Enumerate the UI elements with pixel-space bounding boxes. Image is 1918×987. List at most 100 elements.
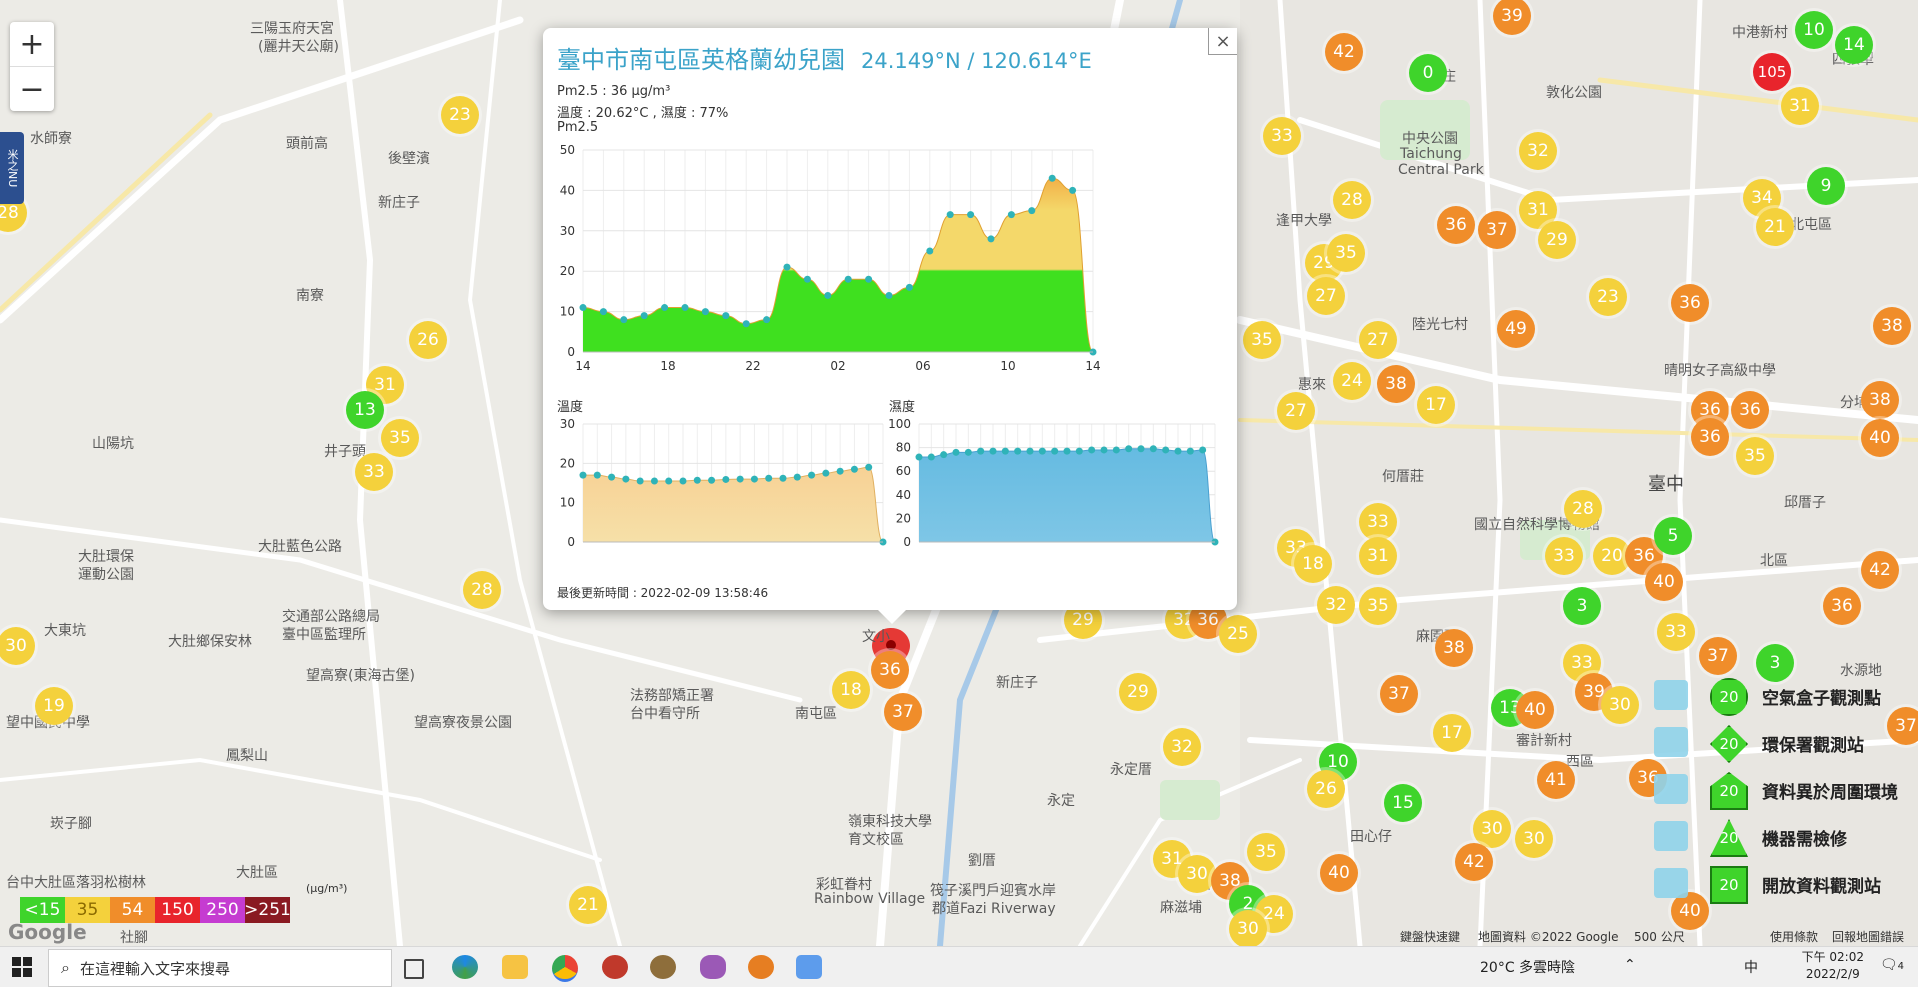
station-marker[interactable]: 33 bbox=[355, 453, 393, 491]
chrome-icon[interactable] bbox=[552, 955, 578, 982]
station-marker[interactable]: 32 bbox=[1317, 586, 1355, 624]
station-marker[interactable]: 35 bbox=[1247, 833, 1285, 871]
station-marker[interactable]: 32 bbox=[1519, 132, 1557, 170]
station-marker[interactable]: 35 bbox=[381, 419, 419, 457]
station-marker[interactable]: 36 bbox=[1823, 587, 1861, 625]
station-marker[interactable]: 33 bbox=[1263, 117, 1301, 155]
system-clock[interactable]: 下午 02:02 2022/2/9 bbox=[1802, 949, 1864, 983]
station-marker[interactable]: 36 bbox=[1437, 206, 1475, 244]
app-icon-3[interactable] bbox=[700, 955, 726, 979]
side-menu-tab[interactable]: 米之NU bbox=[0, 132, 24, 204]
zoom-in-button[interactable]: + bbox=[10, 22, 54, 66]
station-marker[interactable]: 35 bbox=[1327, 234, 1365, 272]
app-icon-2[interactable] bbox=[650, 955, 676, 979]
station-marker[interactable]: 36 bbox=[1671, 284, 1709, 322]
map-canvas[interactable]: 三陽玉府天宮 (麗井天公廟) 水師寮 頭前高 後壁濱 新庄子 南寮 井子頭 山陽坑 大肚環保 運動公… bbox=[0, 0, 1918, 946]
station-marker[interactable]: 30 bbox=[1178, 855, 1216, 893]
notification-icon[interactable]: 🗨4 bbox=[1880, 957, 1904, 973]
station-marker[interactable]: 38 bbox=[1861, 381, 1899, 419]
station-marker[interactable]: 37 bbox=[884, 693, 922, 731]
edge-browser-icon[interactable] bbox=[452, 955, 478, 979]
station-marker[interactable]: 42 bbox=[1861, 551, 1899, 589]
notification-count: 4 bbox=[1897, 961, 1904, 972]
station-marker[interactable]: 40 bbox=[1645, 563, 1683, 601]
station-marker[interactable]: 37 bbox=[1380, 675, 1418, 713]
station-marker[interactable]: 19 bbox=[35, 687, 73, 725]
station-marker[interactable]: 30 bbox=[1601, 686, 1639, 724]
station-marker[interactable]: 18 bbox=[1294, 545, 1332, 583]
station-marker[interactable]: 42 bbox=[1325, 33, 1363, 71]
task-view-icon[interactable] bbox=[404, 959, 424, 979]
weather-widget[interactable]: 20°C 多雲時陰 bbox=[1480, 957, 1575, 977]
windows-start-icon[interactable] bbox=[12, 957, 32, 977]
station-marker[interactable]: 42 bbox=[1455, 843, 1493, 881]
station-marker[interactable]: 28 bbox=[463, 571, 501, 609]
station-marker[interactable]: 41 bbox=[1537, 761, 1575, 799]
station-marker[interactable]: 40 bbox=[1861, 419, 1899, 457]
station-marker[interactable]: 27 bbox=[1359, 321, 1397, 359]
station-marker[interactable]: 29 bbox=[1538, 221, 1576, 259]
station-marker[interactable]: 49 bbox=[1497, 310, 1535, 348]
station-marker[interactable]: 36 bbox=[1731, 391, 1769, 429]
station-marker[interactable]: 40 bbox=[1516, 691, 1554, 729]
station-marker[interactable]: 31 bbox=[1781, 87, 1819, 125]
station-marker[interactable]: 38 bbox=[1435, 629, 1473, 667]
station-marker[interactable]: 38 bbox=[1873, 307, 1911, 345]
station-marker[interactable]: 35 bbox=[1359, 587, 1397, 625]
station-marker[interactable]: 21 bbox=[569, 886, 607, 924]
station-marker[interactable]: 29 bbox=[1119, 673, 1157, 711]
station-marker[interactable]: 5 bbox=[1654, 517, 1692, 555]
station-marker[interactable]: 0 bbox=[1409, 54, 1447, 92]
zoom-out-button[interactable]: − bbox=[10, 66, 54, 111]
station-marker[interactable]: 31 bbox=[1359, 537, 1397, 575]
station-marker[interactable]: 23 bbox=[441, 96, 479, 134]
station-marker[interactable]: 37 bbox=[1699, 637, 1737, 675]
station-marker[interactable]: 27 bbox=[1277, 392, 1315, 430]
map-attribution-item[interactable]: 鍵盤快速鍵 bbox=[1400, 928, 1460, 946]
station-marker[interactable]: 23 bbox=[1589, 278, 1627, 316]
app-icon-5[interactable] bbox=[796, 955, 822, 979]
map-attribution-item[interactable]: 地圖資料 ©2022 Google bbox=[1478, 928, 1619, 946]
map-attribution-item[interactable]: 使用條款 bbox=[1770, 928, 1818, 946]
station-marker[interactable]: 30 bbox=[1473, 810, 1511, 848]
station-marker[interactable]: 24 bbox=[1333, 362, 1371, 400]
station-marker[interactable]: 14 bbox=[1835, 26, 1873, 64]
station-marker[interactable]: 36 bbox=[871, 651, 909, 689]
station-marker[interactable]: 36 bbox=[1691, 418, 1729, 456]
station-marker[interactable]: 28 bbox=[1564, 490, 1602, 528]
station-marker[interactable]: 33 bbox=[1657, 613, 1695, 651]
station-marker[interactable]: 3 bbox=[1563, 587, 1601, 625]
station-marker[interactable]: 17 bbox=[1417, 386, 1455, 424]
station-marker[interactable]: 18 bbox=[832, 671, 870, 709]
tray-chevron-icon[interactable]: ⌃ bbox=[1624, 957, 1636, 973]
station-marker[interactable]: 32 bbox=[1163, 728, 1201, 766]
station-marker[interactable]: 30 bbox=[1229, 910, 1267, 946]
station-marker[interactable]: 37 bbox=[1478, 211, 1516, 249]
station-marker[interactable]: 28 bbox=[1333, 181, 1371, 219]
map-attribution-item[interactable]: 回報地圖錯誤 bbox=[1832, 928, 1904, 946]
station-marker[interactable]: 10 bbox=[1795, 11, 1833, 49]
ime-indicator[interactable]: 中 bbox=[1744, 957, 1758, 977]
station-marker[interactable]: 40 bbox=[1320, 854, 1358, 892]
station-marker[interactable]: 33 bbox=[1545, 537, 1583, 575]
station-marker[interactable]: 30 bbox=[1515, 820, 1553, 858]
station-marker[interactable]: 35 bbox=[1736, 437, 1774, 475]
app-icon-4[interactable] bbox=[748, 955, 774, 979]
station-marker[interactable]: 17 bbox=[1433, 714, 1471, 752]
station-marker[interactable]: 21 bbox=[1756, 208, 1794, 246]
file-explorer-icon[interactable] bbox=[502, 955, 528, 979]
station-marker[interactable]: 25 bbox=[1219, 615, 1257, 653]
station-marker[interactable]: 33 bbox=[1359, 503, 1397, 541]
station-marker[interactable]: 9 bbox=[1807, 167, 1845, 205]
station-marker[interactable]: 27 bbox=[1307, 277, 1345, 315]
popup-close-button[interactable]: × bbox=[1208, 28, 1237, 55]
station-marker[interactable]: 26 bbox=[409, 321, 447, 359]
station-marker[interactable]: 35 bbox=[1243, 321, 1281, 359]
app-icon-1[interactable] bbox=[602, 955, 628, 979]
station-marker[interactable]: 13 bbox=[346, 391, 384, 429]
station-marker[interactable]: 38 bbox=[1377, 365, 1415, 403]
station-marker[interactable]: 26 bbox=[1307, 770, 1345, 808]
station-marker[interactable]: 105 bbox=[1753, 53, 1791, 91]
taskbar-search-box[interactable]: ⌕ 在這裡輸入文字來搜尋 bbox=[48, 949, 392, 987]
station-marker[interactable]: 15 bbox=[1384, 784, 1422, 822]
